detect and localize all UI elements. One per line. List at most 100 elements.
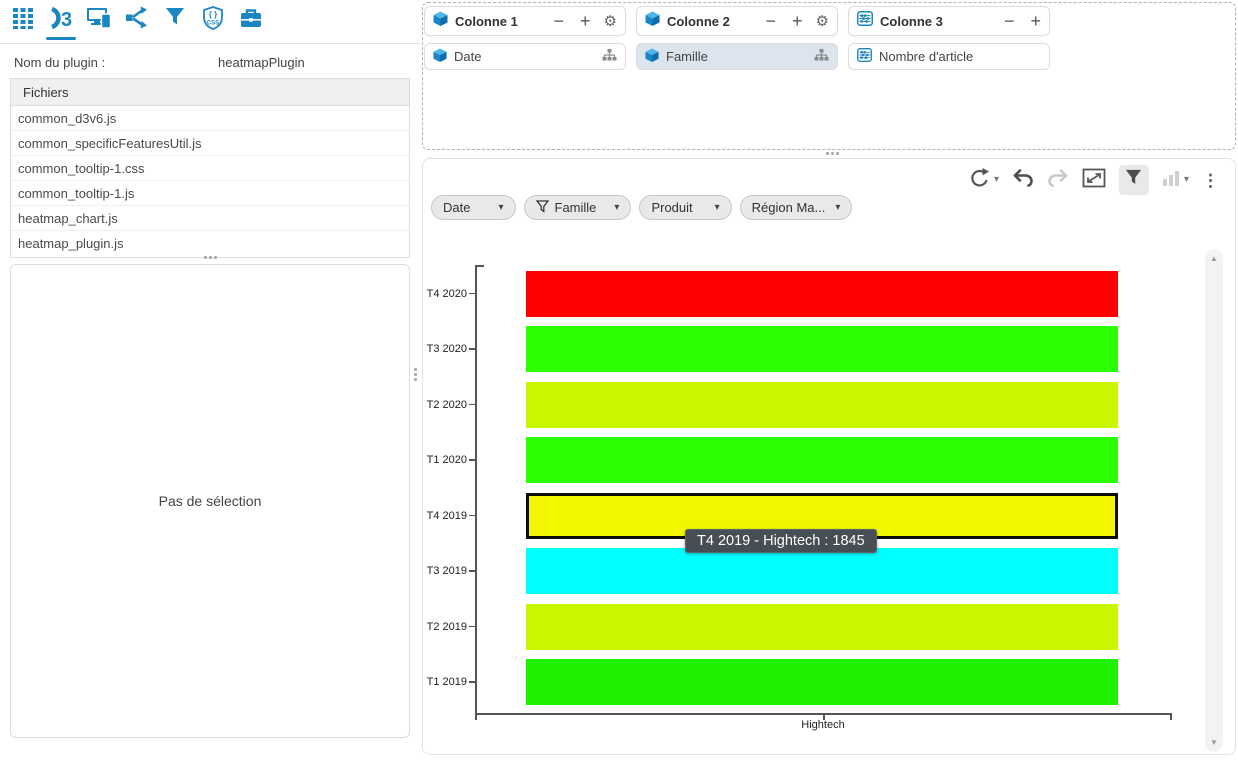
- tab-css[interactable]: { } CSS: [200, 6, 226, 34]
- funnel-outline-icon: [536, 200, 549, 216]
- filter-toggle-button[interactable]: [1119, 165, 1149, 195]
- svg-text:CSS: CSS: [207, 20, 219, 26]
- y-axis-label: T1 2019: [425, 676, 467, 688]
- horizontal-resize-handle[interactable]: [826, 152, 839, 155]
- column-title: Colonne 2: [667, 14, 730, 29]
- chart-scrollbar[interactable]: ▲ ▼: [1205, 249, 1223, 752]
- x-axis-tick: [475, 715, 477, 720]
- chevron-down-icon: ▾: [498, 203, 503, 213]
- add-column-button[interactable]: +: [792, 12, 803, 30]
- plugin-name-label: Nom du plugin :: [14, 55, 105, 70]
- remove-column-button[interactable]: −: [1004, 12, 1015, 30]
- files-list: common_d3v6.jscommon_specificFeaturesUti…: [11, 106, 409, 256]
- column-2-field[interactable]: Famille: [636, 43, 838, 70]
- scroll-up-icon[interactable]: ▲: [1205, 254, 1223, 263]
- bar-chart-icon: [1162, 170, 1180, 191]
- remove-column-button[interactable]: −: [554, 12, 565, 30]
- heatmap-cell[interactable]: [526, 437, 1118, 483]
- heatmap-cell[interactable]: [526, 382, 1118, 428]
- redo-icon: [1047, 167, 1069, 193]
- y-axis-tick: [469, 515, 475, 517]
- refresh-button[interactable]: ▾: [968, 167, 999, 194]
- tab-d3-plugin[interactable]: 3: [48, 6, 74, 34]
- column-settings-gear-icon[interactable]: ⚙: [604, 14, 617, 29]
- filter-pill-row: Date ▾ Famille ▾ Produit ▾ Région Ma... …: [431, 195, 852, 220]
- main-toolbar: 3 { } CSS: [10, 6, 264, 34]
- toolbar-divider: [0, 43, 420, 44]
- y-axis-top-cap: [475, 265, 484, 267]
- chevron-down-icon: ▾: [1184, 175, 1189, 185]
- column-title: Colonne 1: [455, 14, 518, 29]
- column-card-3: Colonne 3 − + Nombre d'article: [848, 6, 1050, 70]
- hierarchy-icon[interactable]: [602, 49, 617, 65]
- toolbox-icon: [239, 7, 263, 34]
- tab-filter[interactable]: [162, 6, 188, 34]
- file-row[interactable]: common_tooltip-1.css: [11, 156, 409, 181]
- remove-column-button[interactable]: −: [766, 12, 777, 30]
- chart-panel: ▾ ▾ ⋮: [422, 158, 1236, 755]
- more-menu-button[interactable]: ⋮: [1202, 172, 1219, 189]
- column-3-header[interactable]: Colonne 3 − +: [848, 6, 1050, 36]
- tab-devices[interactable]: [86, 6, 112, 34]
- heatmap-cell[interactable]: [526, 548, 1118, 594]
- file-row[interactable]: common_d3v6.js: [11, 106, 409, 131]
- x-axis-label: Hightech: [801, 719, 844, 731]
- chart-tooltip: T4 2019 - Hightech : 1845: [685, 529, 877, 553]
- file-row[interactable]: heatmap_chart.js: [11, 206, 409, 231]
- filter-label: Produit: [651, 200, 692, 215]
- heatmap-cell[interactable]: [526, 659, 1118, 705]
- file-row[interactable]: heatmap_plugin.js: [11, 231, 409, 256]
- filter-pill-date[interactable]: Date ▾: [431, 195, 516, 220]
- x-axis-tick: [1170, 715, 1172, 720]
- hierarchy-icon[interactable]: [814, 49, 829, 65]
- funnel-icon: [165, 7, 185, 33]
- css-shield-icon: { } CSS: [202, 6, 224, 35]
- y-axis-label: T3 2019: [425, 565, 467, 577]
- tab-share[interactable]: [124, 6, 150, 34]
- file-row[interactable]: common_specificFeaturesUtil.js: [11, 131, 409, 156]
- measure-abacus-icon: [857, 11, 873, 31]
- redo-button[interactable]: [1047, 167, 1069, 193]
- selection-panel: Pas de sélection: [10, 264, 410, 738]
- heatmap-cell[interactable]: [526, 604, 1118, 650]
- column-settings-gear-icon[interactable]: ⚙: [816, 14, 829, 29]
- filter-pill-famille[interactable]: Famille ▾: [524, 195, 632, 220]
- column-3-field[interactable]: Nombre d'article: [848, 43, 1050, 70]
- column-1-field[interactable]: Date: [424, 43, 626, 70]
- horizontal-resize-handle[interactable]: [204, 256, 217, 259]
- y-axis-label: T3 2020: [425, 343, 467, 355]
- y-axis-label: T2 2020: [425, 399, 467, 411]
- scroll-down-icon[interactable]: ▼: [1205, 738, 1223, 747]
- y-axis-tick: [469, 293, 475, 295]
- file-row[interactable]: common_tooltip-1.js: [11, 181, 409, 206]
- plugin-name-value[interactable]: heatmapPlugin: [218, 55, 305, 70]
- column-2-header[interactable]: Colonne 2 − + ⚙: [636, 6, 838, 36]
- active-tab-underline: [46, 37, 76, 40]
- chart-type-button[interactable]: ▾: [1162, 170, 1189, 191]
- tab-data-grid[interactable]: [10, 6, 36, 34]
- svg-text:3: 3: [61, 9, 72, 30]
- tab-toolbox[interactable]: [238, 6, 264, 34]
- field-name: Famille: [666, 49, 708, 64]
- add-column-button[interactable]: +: [580, 12, 591, 30]
- dimension-cube-icon: [645, 48, 659, 65]
- dimension-cube-icon: [645, 11, 660, 31]
- heatmap-cell[interactable]: [526, 326, 1118, 372]
- grid-icon: [12, 6, 34, 35]
- add-column-button[interactable]: +: [1030, 12, 1041, 30]
- chevron-down-icon: ▾: [715, 203, 720, 213]
- files-header: Fichiers: [11, 79, 409, 106]
- undo-button[interactable]: [1012, 167, 1034, 193]
- filter-pill-produit[interactable]: Produit ▾: [639, 195, 731, 220]
- y-axis-tick: [469, 459, 475, 461]
- column-1-header[interactable]: Colonne 1 − + ⚙: [424, 6, 626, 36]
- filter-pill-region[interactable]: Région Ma... ▾: [740, 195, 853, 220]
- column-title: Colonne 3: [880, 14, 943, 29]
- fit-to-screen-button[interactable]: [1082, 168, 1106, 193]
- dimension-cube-icon: [433, 11, 448, 31]
- filter-label: Région Ma...: [752, 200, 826, 215]
- dimension-cube-icon: [433, 48, 447, 65]
- heatmap-cell[interactable]: [526, 271, 1118, 317]
- vertical-resize-handle[interactable]: [414, 368, 417, 381]
- y-axis-label: T1 2020: [425, 454, 467, 466]
